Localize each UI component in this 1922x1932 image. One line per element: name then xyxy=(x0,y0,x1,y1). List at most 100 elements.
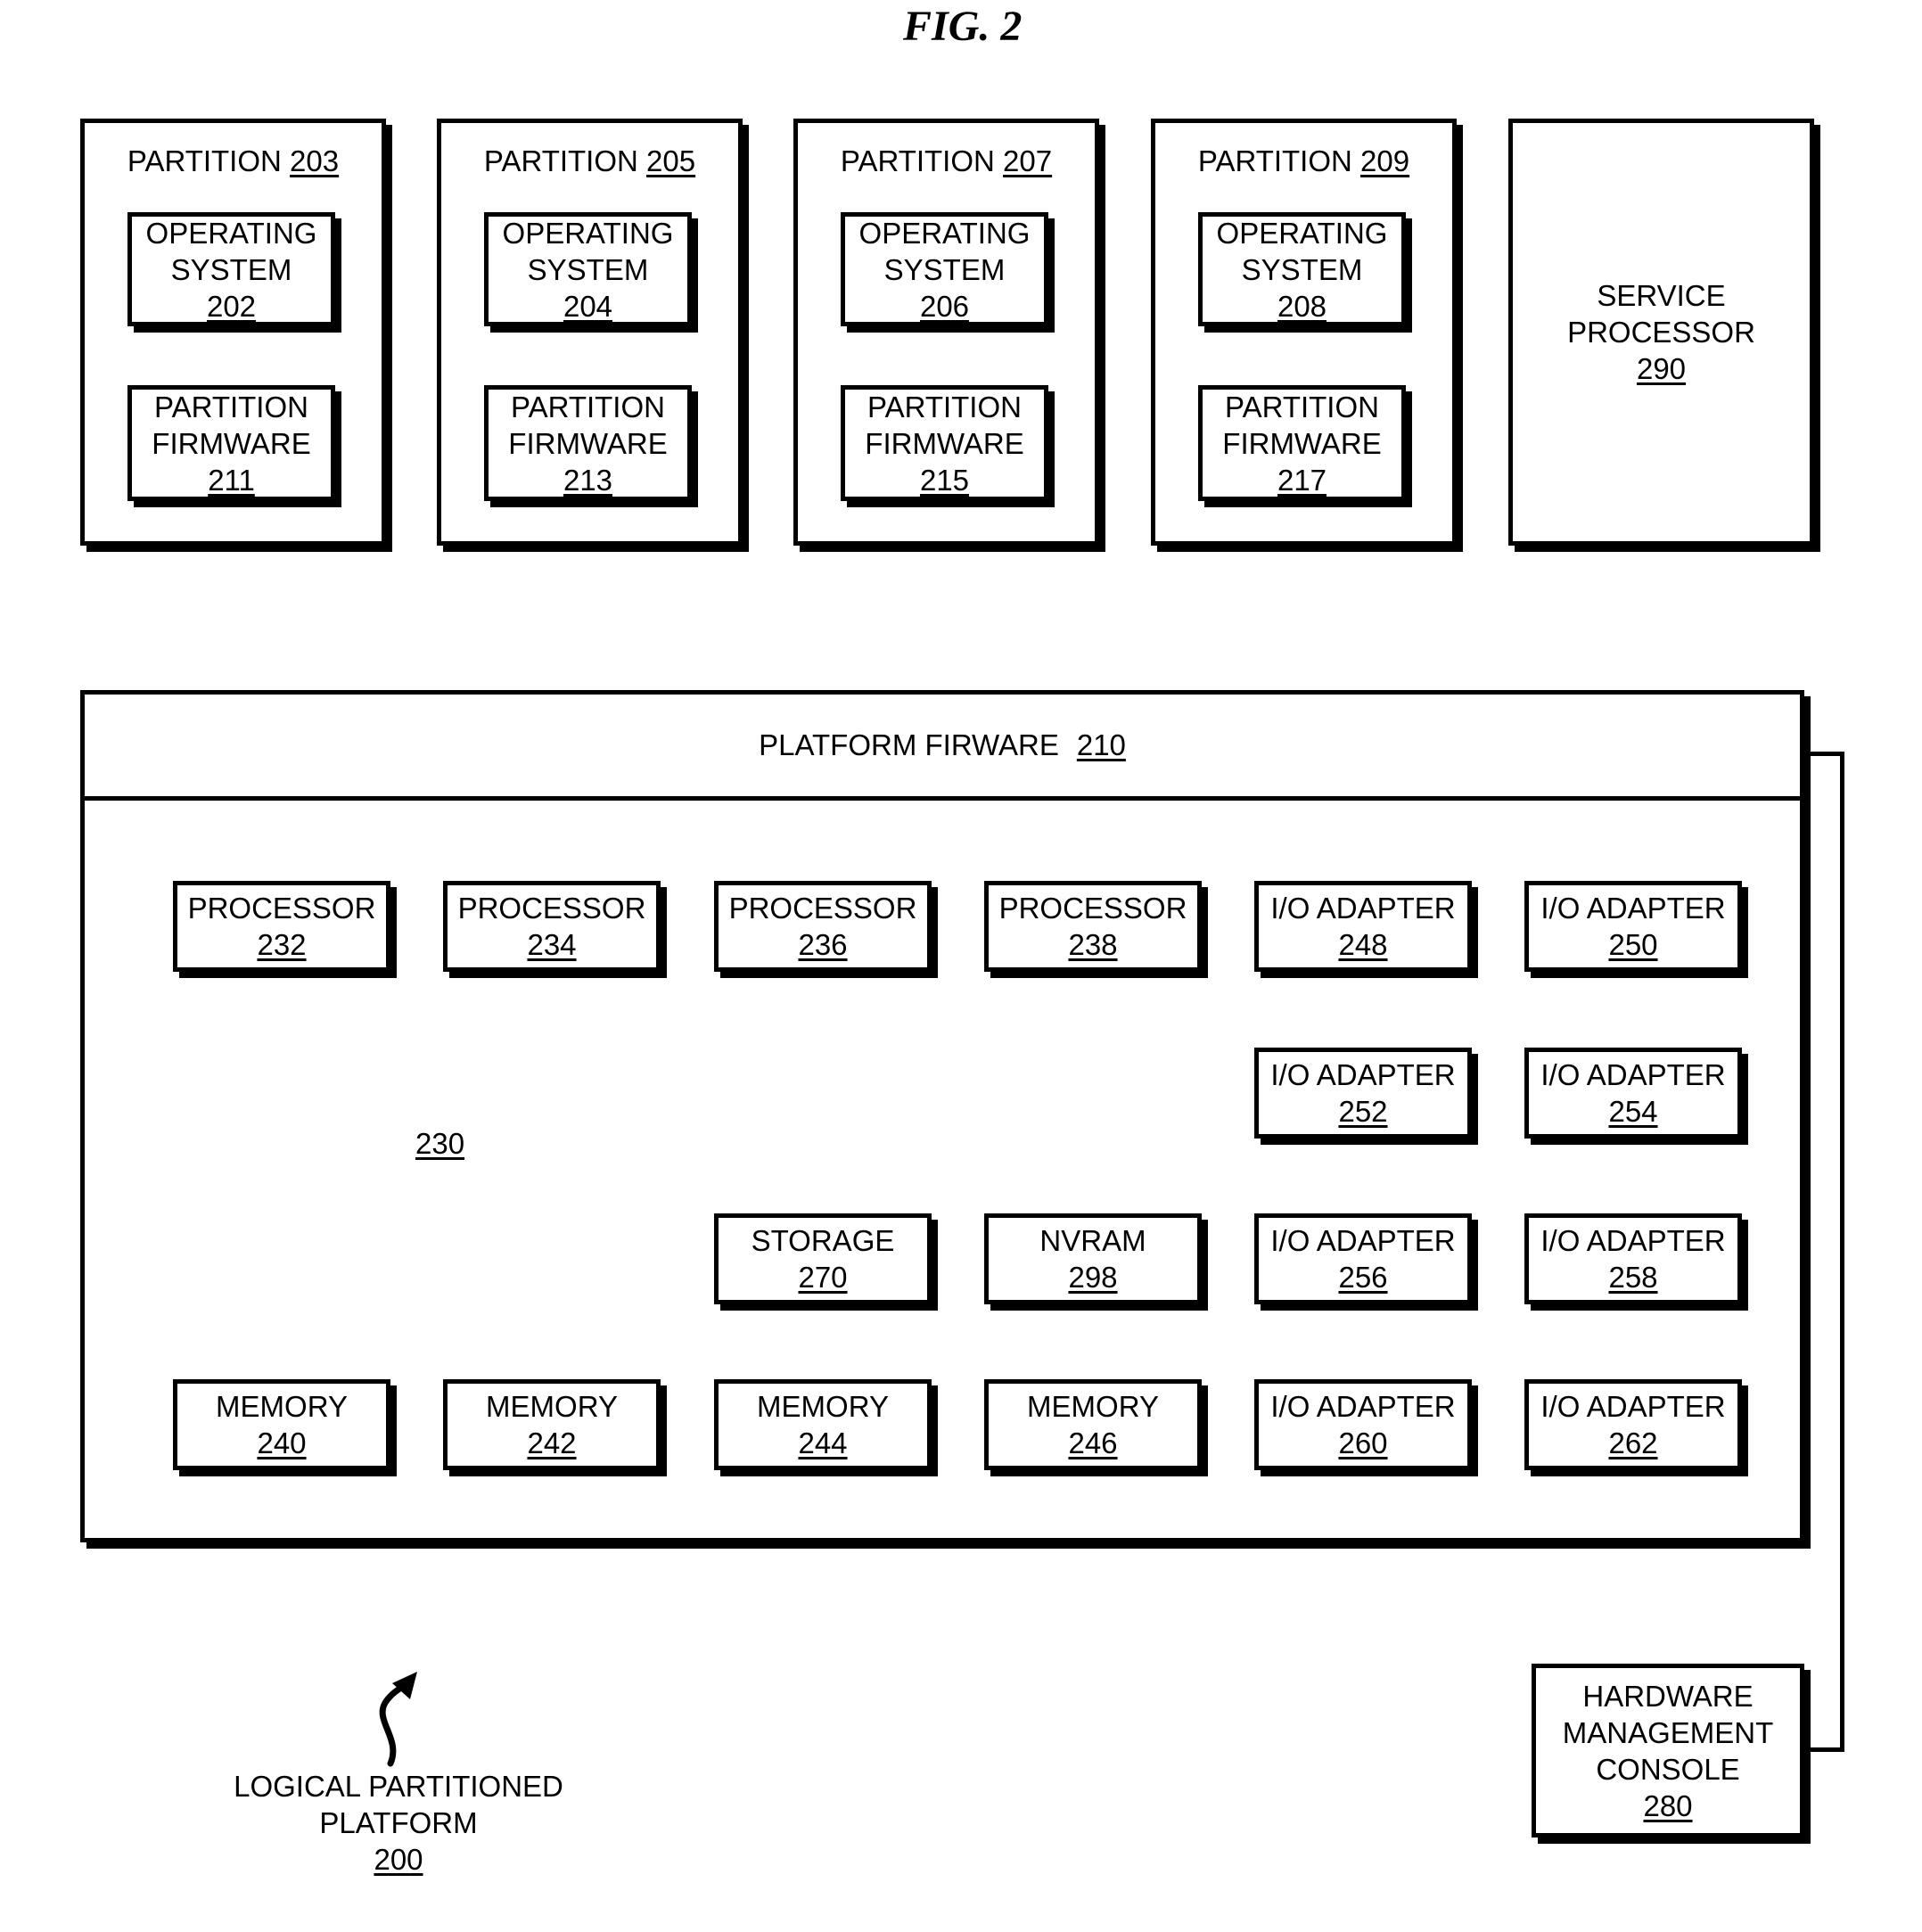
component-name: I/O ADAPTER xyxy=(1540,1058,1726,1091)
operating-system-box: OPERATING SYSTEM 204 xyxy=(484,212,692,326)
component-box: I/O ADAPTER 258 xyxy=(1524,1213,1742,1304)
partition-number: 209 xyxy=(1360,144,1410,177)
hmc-line1: HARDWARE xyxy=(1582,1679,1754,1713)
fw-line2: FIRMWARE xyxy=(1222,426,1382,460)
os-number: 202 xyxy=(206,289,257,323)
operating-system-box: OPERATING SYSTEM 208 xyxy=(1198,212,1406,326)
os-number: 206 xyxy=(919,289,970,323)
os-line2: SYSTEM xyxy=(1241,252,1363,286)
partition-label: PARTITION xyxy=(127,144,282,177)
component-box: I/O ADAPTER 252 xyxy=(1254,1048,1472,1139)
component-number: 254 xyxy=(1608,1095,1658,1128)
component-number: 238 xyxy=(1068,928,1118,961)
platform-firmware-label: PLATFORM FIRWARE xyxy=(759,728,1059,761)
component-number: 242 xyxy=(527,1426,577,1459)
partition-number: 205 xyxy=(646,144,696,177)
component-name: MEMORY xyxy=(486,1390,618,1423)
operating-system-box: OPERATING SYSTEM 206 xyxy=(841,212,1048,326)
component-box: I/O ADAPTER 250 xyxy=(1524,881,1742,972)
component-box: PROCESSOR 234 xyxy=(443,881,661,972)
connector-top xyxy=(1804,752,1844,756)
fw-line1: PARTITION xyxy=(154,390,308,423)
component-name: PROCESSOR xyxy=(728,892,917,925)
component-number: 240 xyxy=(257,1426,307,1459)
partition-box: PARTITION 203 OPERATING SYSTEM 202 PARTI… xyxy=(80,119,386,546)
component-box: PROCESSOR 232 xyxy=(173,881,390,972)
connector-bottom xyxy=(1799,1747,1844,1752)
partition-firmware-box: PARTITION FIRMWARE 213 xyxy=(484,385,692,501)
figure-title: FIG. 2 xyxy=(903,3,1023,50)
component-name: MEMORY xyxy=(757,1390,889,1423)
service-processor-line1: SERVICE xyxy=(1597,279,1726,312)
component-box: PROCESSOR 236 xyxy=(714,881,932,972)
component-name: NVRAM xyxy=(1039,1224,1146,1257)
connector-vertical xyxy=(1840,752,1844,1752)
fw-line1: PARTITION xyxy=(1225,390,1379,423)
service-processor-number: 290 xyxy=(1636,352,1687,385)
component-name: PROCESSOR xyxy=(187,892,376,925)
component-name: I/O ADAPTER xyxy=(1270,1390,1456,1423)
platform-firmware-number: 210 xyxy=(1076,728,1126,761)
component-name: PROCESSOR xyxy=(457,892,646,925)
component-name: I/O ADAPTER xyxy=(1270,1224,1456,1257)
component-box: I/O ADAPTER 248 xyxy=(1254,881,1472,972)
fw-number: 215 xyxy=(919,463,970,497)
partition-box: PARTITION 207 OPERATING SYSTEM 206 PARTI… xyxy=(793,119,1099,546)
partition-title: PARTITION 209 xyxy=(1155,144,1452,178)
partition-firmware-box: PARTITION FIRMWARE 211 xyxy=(127,385,335,501)
hmc-line2: MANAGEMENT xyxy=(1562,1715,1774,1749)
component-number: 262 xyxy=(1608,1426,1658,1459)
component-number: 246 xyxy=(1068,1426,1118,1459)
partition-number: 207 xyxy=(1003,144,1053,177)
component-number: 232 xyxy=(257,928,307,961)
fw-line2: FIRMWARE xyxy=(152,426,311,460)
partition-number: 203 xyxy=(290,144,340,177)
component-box: MEMORY 246 xyxy=(984,1379,1202,1470)
component-number: 258 xyxy=(1608,1261,1658,1294)
component-name: MEMORY xyxy=(216,1390,348,1423)
component-number: 248 xyxy=(1338,928,1388,961)
fw-line2: FIRMWARE xyxy=(508,426,668,460)
component-number: 250 xyxy=(1608,928,1658,961)
component-number: 244 xyxy=(798,1426,848,1459)
os-line1: OPERATING xyxy=(858,216,1031,250)
platform-caption: LOGICAL PARTITIONED PLATFORM 200 xyxy=(220,1768,577,1878)
os-number: 204 xyxy=(563,289,613,323)
component-name: I/O ADAPTER xyxy=(1540,1224,1726,1257)
hmc-line3: CONSOLE xyxy=(1596,1752,1740,1786)
component-box: STORAGE 270 xyxy=(714,1213,932,1304)
partition-label: PARTITION xyxy=(483,144,638,177)
component-box: MEMORY 244 xyxy=(714,1379,932,1470)
service-processor-line2: PROCESSOR xyxy=(1567,316,1755,349)
partition-firmware-box: PARTITION FIRMWARE 215 xyxy=(841,385,1048,501)
operating-system-box: OPERATING SYSTEM 202 xyxy=(127,212,335,326)
fw-number: 211 xyxy=(208,463,255,497)
component-name: PROCESSOR xyxy=(998,892,1187,925)
component-number: 298 xyxy=(1068,1261,1118,1294)
component-number: 260 xyxy=(1338,1426,1388,1459)
component-name: I/O ADAPTER xyxy=(1540,1390,1726,1423)
service-processor-box: SERVICE PROCESSOR 290 xyxy=(1508,119,1814,546)
component-name: I/O ADAPTER xyxy=(1540,892,1726,925)
component-number: 270 xyxy=(798,1261,848,1294)
hmc-number: 280 xyxy=(1643,1788,1693,1822)
os-line1: OPERATING xyxy=(502,216,674,250)
fw-line2: FIRMWARE xyxy=(865,426,1024,460)
platform-firmware-header: PLATFORM FIRWARE 210 xyxy=(85,695,1800,801)
component-box: I/O ADAPTER 262 xyxy=(1524,1379,1742,1470)
component-name: I/O ADAPTER xyxy=(1270,892,1456,925)
component-name: MEMORY xyxy=(1027,1390,1159,1423)
partition-label: PARTITION xyxy=(1197,144,1352,177)
hardware-label: 230 xyxy=(415,1127,465,1160)
component-number: 236 xyxy=(798,928,848,961)
component-name: STORAGE xyxy=(751,1224,895,1257)
platform-caption-number: 200 xyxy=(374,1843,423,1876)
os-line2: SYSTEM xyxy=(883,252,1006,286)
component-box: NVRAM 298 xyxy=(984,1213,1202,1304)
component-name: I/O ADAPTER xyxy=(1270,1058,1456,1091)
partition-title: PARTITION 203 xyxy=(85,144,382,178)
os-line2: SYSTEM xyxy=(527,252,649,286)
component-box: MEMORY 240 xyxy=(173,1379,390,1470)
platform-caption-line1: LOGICAL PARTITIONED xyxy=(234,1770,563,1803)
partition-firmware-box: PARTITION FIRMWARE 217 xyxy=(1198,385,1406,501)
